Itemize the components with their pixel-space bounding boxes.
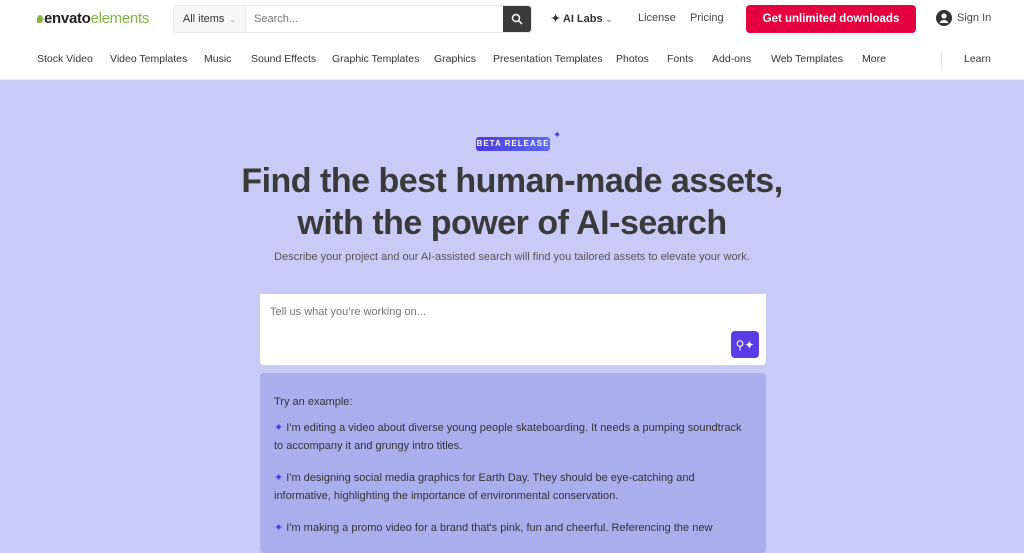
ai-search-button[interactable]: ⚲✦ (731, 331, 759, 358)
sparkle-icon: ✦ (274, 422, 284, 434)
chevron-down-icon: ⌄ (229, 14, 237, 24)
examples-heading: Try an example: (274, 396, 353, 408)
nav-photos[interactable]: Photos (616, 53, 649, 65)
sparkle-icon: ✦ (274, 522, 284, 534)
nav-fonts[interactable]: Fonts (667, 53, 693, 65)
category-dropdown[interactable]: All items ⌄ (174, 6, 246, 32)
nav-learn[interactable]: Learn (964, 53, 991, 65)
example-item[interactable]: ✦ I'm editing a video about diverse youn… (274, 419, 752, 455)
hero-title: Find the best human-made assets, with the… (241, 162, 783, 242)
chevron-down-icon: ⌄ (605, 15, 613, 24)
ai-search-box: ⚲✦ (260, 294, 766, 365)
nav-video-templates[interactable]: Video Templates (110, 53, 187, 65)
nav-sound-effects[interactable]: Sound Effects (251, 53, 316, 65)
hero-subtitle: Describe your project and our AI-assiste… (274, 251, 750, 263)
nav-divider (941, 52, 942, 70)
beta-badge: BETA RELEASE (476, 137, 550, 151)
sparkle-icon: ✦ (551, 13, 561, 25)
sign-in-link[interactable]: Sign In (936, 10, 991, 26)
sparkle-icon: ✦ (553, 130, 562, 141)
ai-search-icon: ⚲✦ (735, 337, 755, 352)
get-unlimited-downloads-button[interactable]: Get unlimited downloads (746, 5, 916, 33)
nav-graphic-templates[interactable]: Graphic Templates (332, 53, 419, 65)
top-bar: envatoelements All items⌄ ✦ AI Labs ⌄ Li… (0, 0, 1024, 38)
search-input[interactable] (246, 6, 503, 32)
ai-search-input[interactable] (260, 294, 766, 334)
user-icon (936, 10, 952, 26)
envato-logo[interactable]: envatoelements (37, 10, 149, 27)
leaf-icon (37, 15, 43, 23)
sparkle-icon: ✦ (274, 472, 284, 484)
example-item[interactable]: ✦ I'm making a promo video for a brand t… (274, 519, 752, 537)
ai-labs-menu[interactable]: ✦ AI Labs ⌄ (551, 12, 612, 25)
search-button[interactable] (503, 6, 531, 32)
search-bar: All items ⌄ (173, 5, 532, 33)
nav-web-templates[interactable]: Web Templates (771, 53, 843, 65)
license-link[interactable]: License (638, 12, 676, 24)
search-icon (511, 13, 523, 25)
examples-panel: Try an example: ✦ I'm editing a video ab… (260, 373, 766, 553)
nav-presentation-templates[interactable]: Presentation Templates (493, 53, 603, 65)
nav-add-ons[interactable]: Add-ons (712, 53, 751, 65)
category-nav: Stock Video Video Templates Music Sound … (0, 38, 1024, 80)
nav-music[interactable]: Music (204, 53, 231, 65)
nav-stock-video[interactable]: Stock Video (37, 53, 93, 65)
pricing-link[interactable]: Pricing (690, 12, 724, 24)
nav-graphics[interactable]: Graphics (434, 53, 476, 65)
nav-more[interactable]: More (862, 53, 886, 65)
example-item[interactable]: ✦ I'm designing social media graphics fo… (274, 469, 752, 505)
